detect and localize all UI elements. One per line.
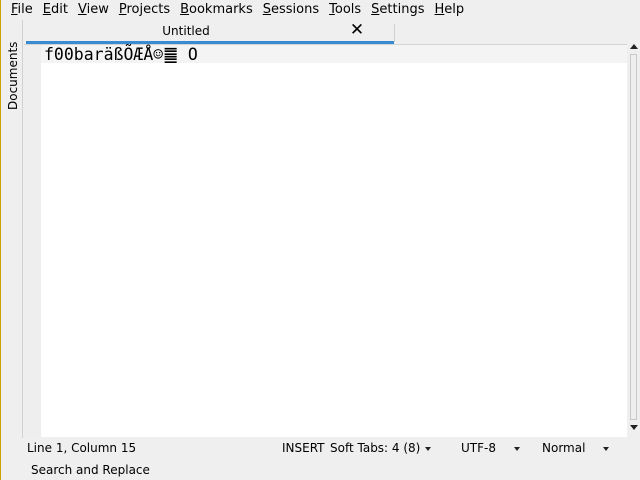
tab-bar: Untitled ✕ (24, 20, 640, 44)
view-mode-selector[interactable]: Normal (542, 441, 610, 455)
encoding-label: UTF-8 (461, 441, 496, 455)
tab-untitled[interactable]: Untitled ✕ (26, 21, 394, 44)
scroll-up-icon[interactable] (630, 44, 638, 49)
menu-bookmarks[interactable]: Bookmarks (170, 0, 253, 20)
status-bar: Line 1, Column 15 INSERT Soft Tabs: 4 (8… (24, 438, 640, 460)
editor-area[interactable]: f00baräßÕÆÅ☺䷀ O (24, 44, 627, 438)
encoding-selector[interactable]: UTF-8 (461, 441, 520, 455)
documents-tab[interactable]: Documents (5, 42, 21, 112)
menu-help[interactable]: Help (425, 0, 465, 20)
editor-gutter (24, 45, 41, 438)
side-panel: Documents (1, 20, 23, 438)
menu-view[interactable]: View (68, 0, 109, 20)
menu-bar: File Edit View Projects Bookmarks Sessio… (1, 0, 640, 20)
editor-text-line[interactable]: f00baräßÕÆÅ☺䷀ O (44, 45, 198, 65)
view-mode-label: Normal (542, 441, 586, 455)
tab-label: Untitled (162, 24, 210, 38)
vertical-scrollbar[interactable] (627, 44, 640, 437)
indent-selector[interactable]: Soft Tabs: 4 (8) (330, 441, 432, 455)
menu-tools[interactable]: Tools (319, 0, 361, 20)
indent-label: Soft Tabs: 4 (8) (330, 441, 421, 455)
scroll-track[interactable] (630, 54, 637, 420)
search-replace-tab[interactable]: Search and Replace (31, 463, 150, 477)
close-icon[interactable]: ✕ (348, 21, 366, 39)
menu-settings[interactable]: Settings (361, 0, 424, 20)
menu-file[interactable]: File (1, 0, 33, 20)
menu-edit[interactable]: Edit (33, 0, 68, 20)
cursor-position[interactable]: Line 1, Column 15 (27, 441, 136, 455)
bottom-toolview-bar: Search and Replace (24, 460, 640, 480)
chevron-down-icon (513, 446, 520, 451)
scroll-down-icon[interactable] (630, 425, 638, 430)
menu-projects[interactable]: Projects (109, 0, 170, 20)
menu-sessions[interactable]: Sessions (253, 0, 319, 20)
tab-separator (394, 24, 395, 42)
chevron-down-icon (425, 446, 432, 451)
input-mode[interactable]: INSERT (282, 441, 325, 455)
chevron-down-icon (603, 446, 610, 451)
